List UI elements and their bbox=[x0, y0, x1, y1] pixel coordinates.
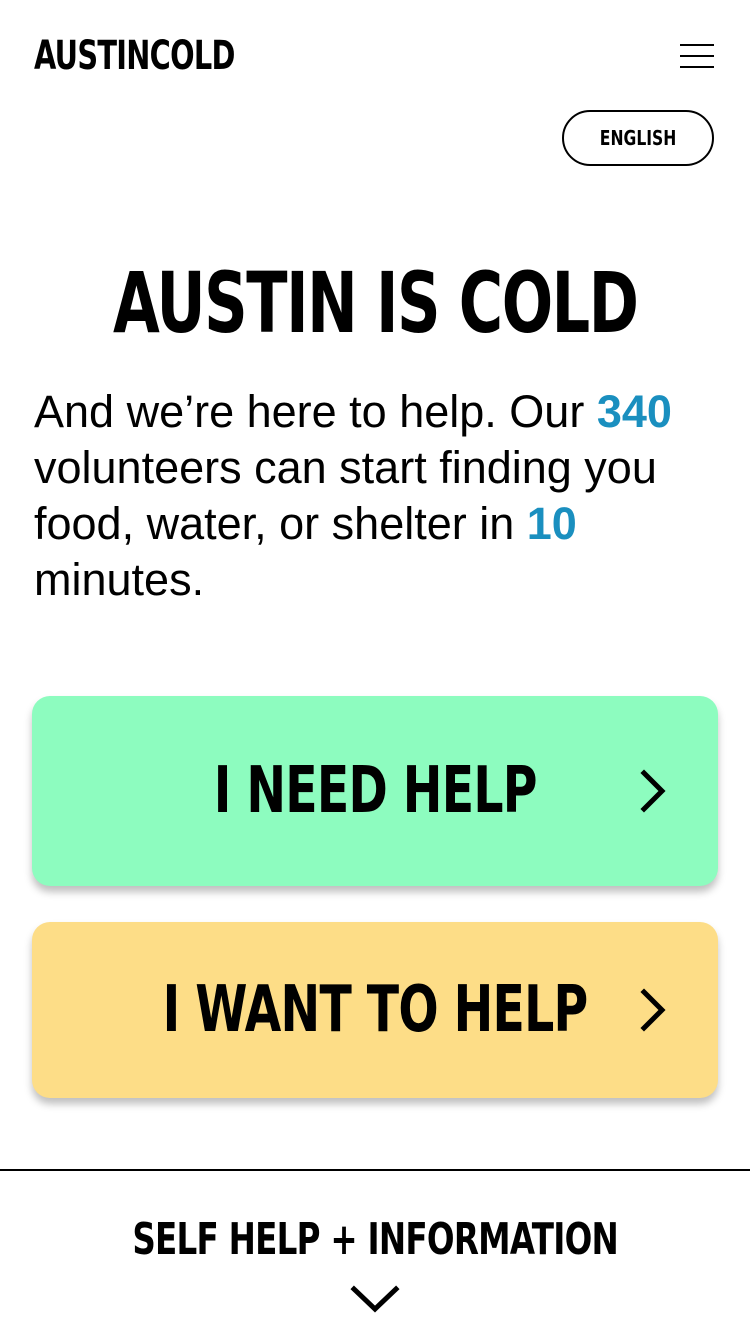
i-need-help-button[interactable]: I NEED HELP bbox=[32, 696, 718, 886]
chevron-down-icon[interactable] bbox=[350, 1282, 400, 1316]
site-logo[interactable]: AUSTINCOLD bbox=[34, 34, 235, 78]
chevron-right-icon bbox=[640, 988, 666, 1032]
i-want-to-help-button[interactable]: I WANT TO HELP bbox=[32, 922, 718, 1098]
chevron-right-icon bbox=[640, 769, 666, 813]
i-need-help-label: I NEED HELP bbox=[213, 754, 538, 828]
page-title: AUSTIN IS COLD bbox=[0, 258, 750, 348]
language-label: ENGLISH bbox=[599, 126, 677, 150]
i-want-to-help-label: I WANT TO HELP bbox=[162, 973, 589, 1047]
self-help-information-toggle[interactable]: SELF HELP + INFORMATION bbox=[0, 1212, 750, 1268]
intro-text: And we’re here to help. Our 340 voluntee… bbox=[34, 384, 724, 608]
volunteer-count: 340 bbox=[596, 386, 672, 437]
self-help-information-label: SELF HELP + INFORMATION bbox=[132, 1214, 618, 1265]
menu-line bbox=[680, 55, 714, 57]
intro-part-1: And we’re here to help. Our bbox=[34, 386, 597, 437]
menu-line bbox=[680, 44, 714, 46]
intro-part-3: minutes. bbox=[34, 554, 205, 605]
hamburger-menu-icon[interactable] bbox=[676, 40, 718, 72]
menu-line bbox=[680, 66, 714, 68]
language-button[interactable]: ENGLISH bbox=[562, 110, 714, 166]
minutes-count: 10 bbox=[526, 498, 577, 549]
section-divider bbox=[0, 1169, 750, 1171]
page-title-text: AUSTIN IS COLD bbox=[112, 254, 639, 352]
